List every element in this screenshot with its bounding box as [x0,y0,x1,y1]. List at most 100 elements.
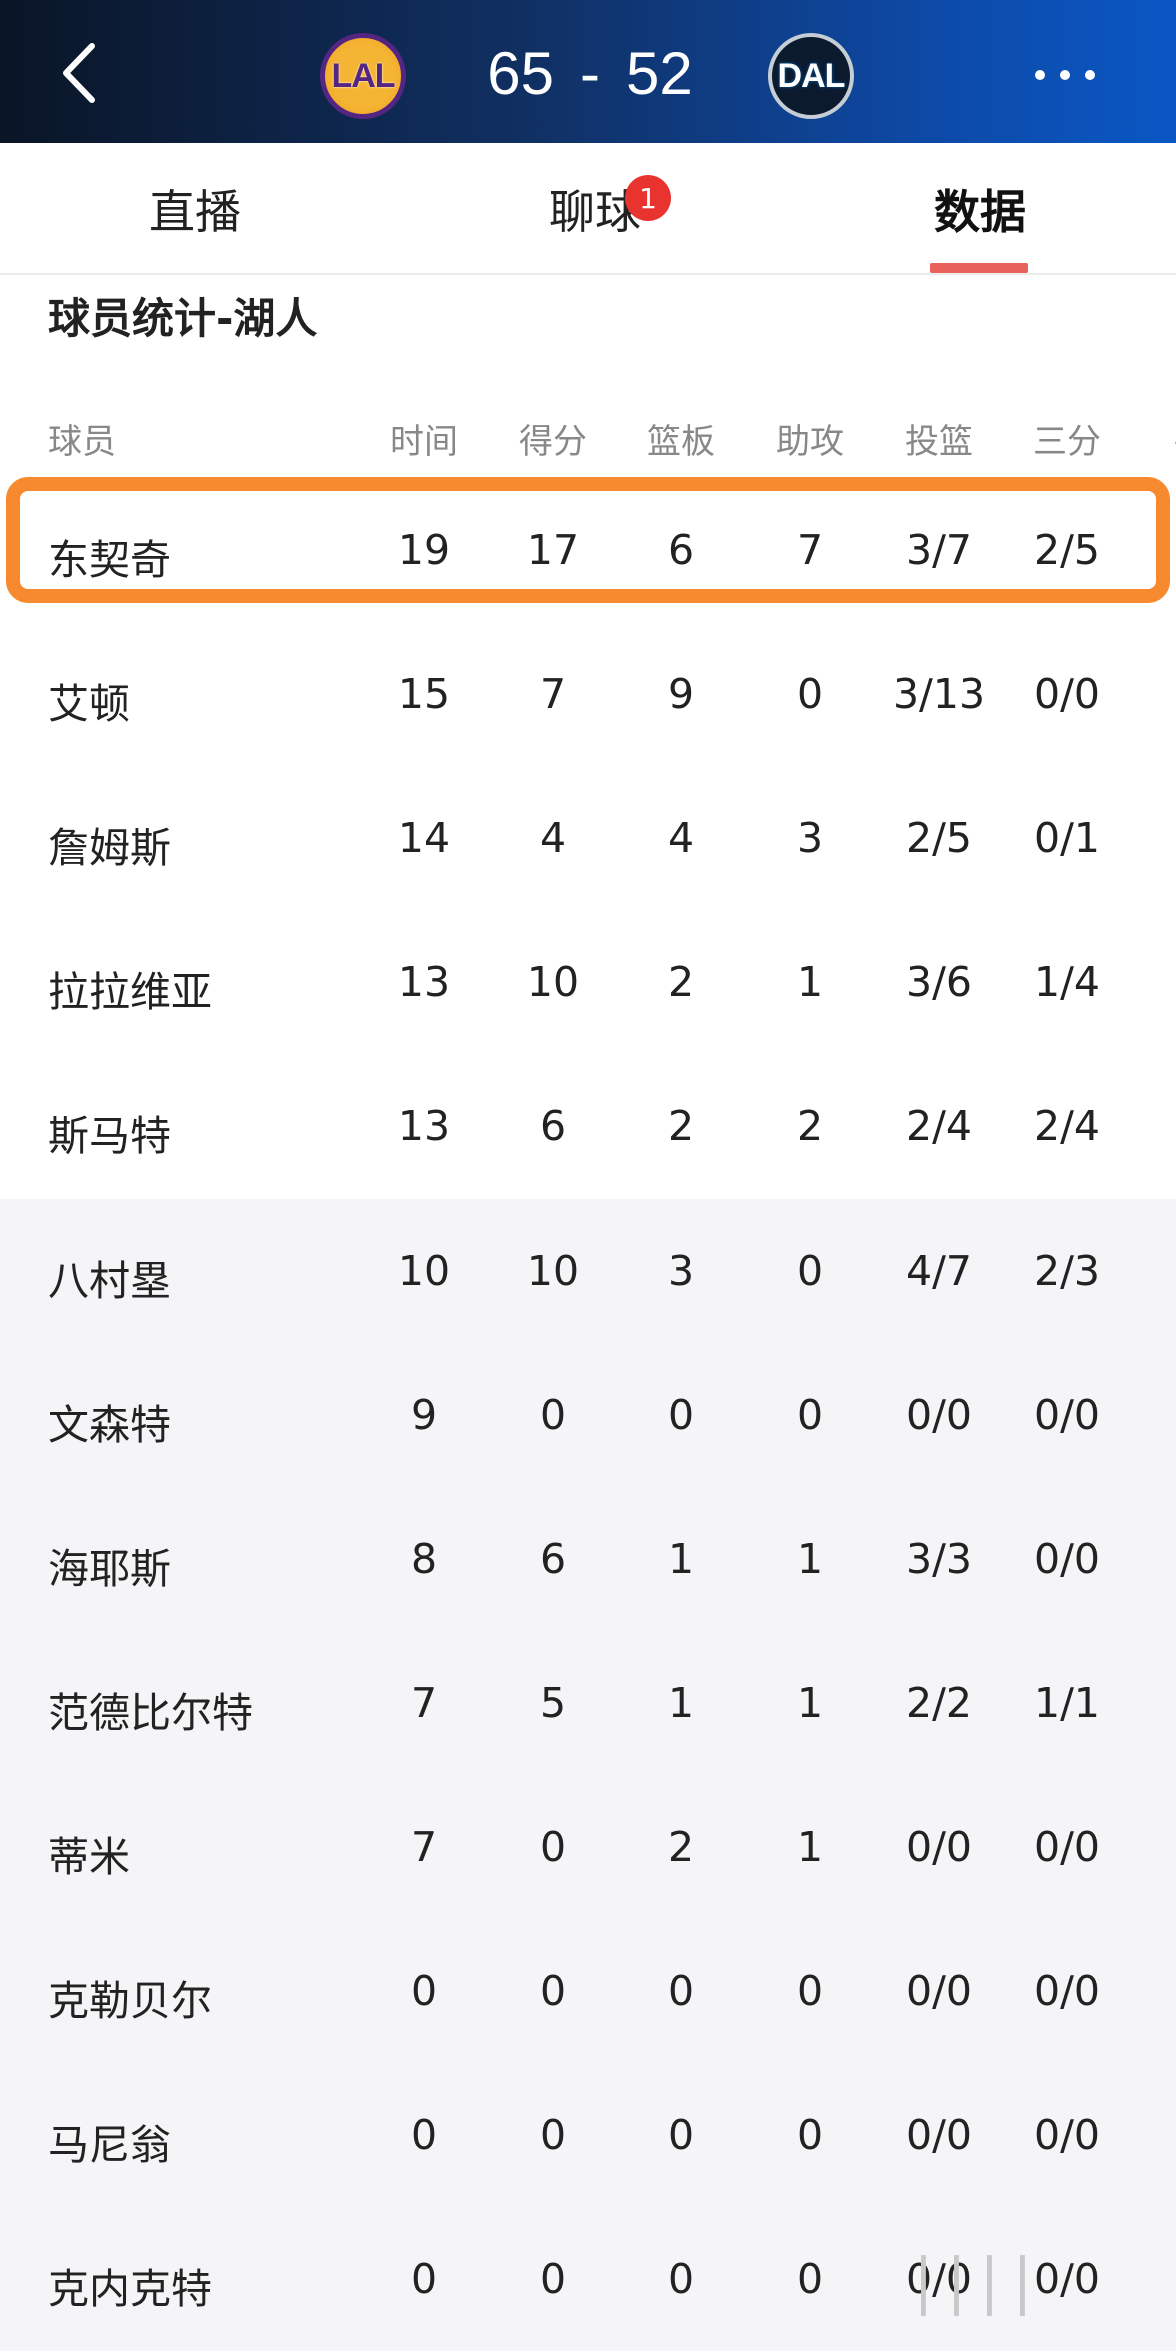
chevron-left-icon [63,43,95,103]
player-name: 克内克特 [48,2265,212,2313]
player-row[interactable]: 文森特 9 0 0 0 0/0 0/0 0 [0,1343,1176,1487]
stat-rebounds: 9 [667,670,695,718]
stat-ft: 3 [1130,958,1176,1006]
stat-3pt: 0/0 [1034,670,1100,718]
col-header-points[interactable]: 得分 [493,414,613,463]
stat-fg: 3/6 [906,958,972,1006]
stat-fg: 0/0 [906,2111,972,2159]
stat-points: 6 [539,1535,567,1583]
player-row[interactable]: 范德比尔特 7 5 1 1 2/2 1/1 0 [0,1631,1176,1775]
stat-3pt: 0/0 [1034,2111,1100,2159]
score-header: LAL 65 - 52 DAL [0,0,1176,143]
tab-live[interactable]: 直播 [130,173,260,245]
stat-rebounds: 2 [667,1823,695,1871]
stat-3pt: 0/0 [1034,1535,1100,1583]
stat-ft: 0 [1130,1535,1176,1583]
stat-ft: 0 [1130,1102,1176,1150]
stat-points: 6 [539,1102,567,1150]
stat-assists: 0 [796,2111,824,2159]
stat-points: 0 [539,2255,567,2303]
stat-rebounds: 0 [667,1967,695,2015]
stat-rebounds: 2 [667,958,695,1006]
tab-bar: 直播 聊球 数据 [0,143,1176,275]
tab-data[interactable]: 数据 [910,173,1050,245]
stat-time: 0 [410,2111,438,2159]
stat-3pt: 0/0 [1034,1823,1100,1871]
player-name: 斯马特 [48,1112,171,1160]
stat-points: 10 [526,1247,580,1295]
stat-time: 14 [397,814,451,862]
stat-time: 0 [410,2255,438,2303]
stat-points: 5 [539,1679,567,1727]
player-name: 蒂米 [48,1833,130,1881]
stat-assists: 0 [796,1247,824,1295]
mavericks-logo[interactable]: DAL [768,33,854,119]
player-name: 文森特 [48,1401,171,1449]
section-title: 球员统计-湖人 [48,294,318,343]
stat-3pt: 0/0 [1034,1967,1100,2015]
stat-fg: 0/0 [906,1391,972,1439]
player-name: 克勒贝尔 [48,1977,212,2025]
player-row[interactable]: 詹姆斯 14 4 4 3 2/5 0/1 0 [0,766,1176,910]
player-row[interactable]: 马尼翁 0 0 0 0 0/0 0/0 0 [0,2063,1176,2207]
stat-ft: 0 [1130,2255,1176,2303]
stat-assists: 1 [796,1823,824,1871]
stat-3pt: 2/3 [1034,1247,1100,1295]
stat-time: 13 [397,1102,451,1150]
player-name: 范德比尔特 [48,1689,253,1737]
col-header-assists[interactable]: 助攻 [750,414,870,463]
home-score: 65 [487,39,554,107]
col-header-time[interactable]: 时间 [364,414,484,463]
col-header-fg[interactable]: 投篮 [879,414,999,463]
stat-3pt: 1/4 [1034,958,1100,1006]
player-row[interactable]: 克勒贝尔 0 0 0 0 0/0 0/0 0 [0,1919,1176,2063]
stat-rebounds: 3 [667,1247,695,1295]
watermark: ∣∣∣∣ [908,2245,1040,2318]
away-score: 52 [625,39,693,107]
stat-rebounds: 0 [667,2255,695,2303]
stat-assists: 1 [796,958,824,1006]
stat-rebounds: 0 [667,2111,695,2159]
player-row[interactable]: 八村塁 10 10 3 0 4/7 2/3 0 [0,1199,1176,1343]
stat-rebounds: 6 [667,526,695,574]
stat-fg: 4/7 [906,1247,972,1295]
player-name: 艾顿 [48,680,130,728]
away-team-abbr: DAL [777,56,846,95]
stat-assists: 7 [796,526,824,574]
player-name: 马尼翁 [48,2121,171,2169]
stat-points: 17 [526,526,580,574]
stat-time: 13 [397,958,451,1006]
stat-time: 0 [410,1967,438,2015]
stat-assists: 0 [796,1967,824,2015]
stat-assists: 3 [796,814,824,862]
player-row[interactable]: 拉拉维亚 13 10 2 1 3/6 1/4 3 [0,910,1176,1054]
stat-points: 0 [539,1391,567,1439]
stat-rebounds: 4 [667,814,695,862]
col-header-rebounds[interactable]: 篮板 [621,414,741,463]
stat-assists: 0 [796,2255,824,2303]
stat-fg: 0/0 [906,1967,972,2015]
player-row[interactable]: 斯马特 13 6 2 2 2/4 2/4 0 [0,1054,1176,1198]
col-header-3pt[interactable]: 三分 [1007,414,1127,463]
player-row[interactable]: 东契奇 19 17 6 7 3/7 2/5 [0,478,1176,622]
stat-fg: 0/0 [906,1823,972,1871]
player-name: 海耶斯 [48,1545,171,1593]
more-button[interactable] [1030,55,1100,95]
lakers-logo[interactable]: LAL [320,33,406,119]
stat-fg: 3/7 [906,526,972,574]
col-header-player: 球员 [48,422,116,462]
player-row[interactable]: 艾顿 15 7 9 0 3/13 0/0 1 [0,622,1176,766]
stat-points: 7 [539,670,567,718]
chat-unread-badge: 1 [625,175,671,221]
player-name: 拉拉维亚 [48,968,212,1016]
stat-assists: 0 [796,670,824,718]
stat-assists: 0 [796,1391,824,1439]
stat-ft: 1 [1130,670,1176,718]
stats-table-header: 球员 时间 得分 篮板 助攻 投篮 三分 罚 [0,400,1176,470]
player-row[interactable]: 蒂米 7 0 2 1 0/0 0/0 0 [0,1775,1176,1919]
back-button[interactable] [52,36,112,110]
stat-3pt: 0/1 [1034,814,1100,862]
player-row[interactable]: 海耶斯 8 6 1 1 3/3 0/0 0 [0,1487,1176,1631]
stat-time: 9 [410,1391,438,1439]
col-header-ft[interactable]: 罚 [1130,414,1176,463]
